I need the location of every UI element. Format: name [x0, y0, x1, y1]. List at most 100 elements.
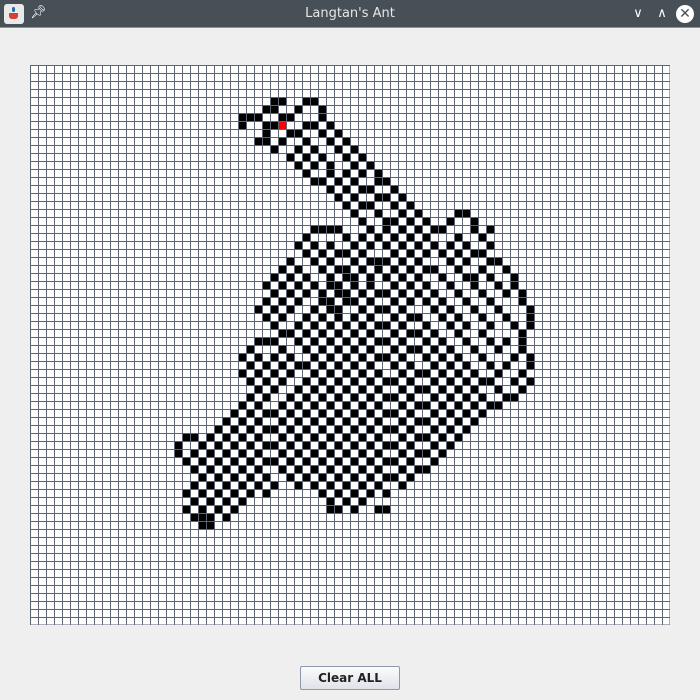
black-cell: [446, 241, 454, 249]
black-cell: [270, 97, 278, 105]
black-cell: [518, 329, 526, 337]
black-cell: [294, 129, 302, 137]
black-cell: [374, 233, 382, 241]
black-cell: [342, 201, 350, 209]
black-cell: [246, 441, 254, 449]
black-cell: [358, 153, 366, 161]
black-cell: [238, 465, 246, 473]
black-cell: [454, 329, 462, 337]
black-cell: [254, 481, 262, 489]
black-cell: [294, 361, 302, 369]
black-cell: [486, 297, 494, 305]
black-cell: [302, 121, 310, 129]
black-cell: [238, 433, 246, 441]
black-cell: [470, 217, 478, 225]
black-cell: [350, 241, 358, 249]
black-cell: [342, 433, 350, 441]
black-cell: [214, 489, 222, 497]
black-cell: [278, 465, 286, 473]
black-cell: [342, 289, 350, 297]
black-cell: [350, 273, 358, 281]
black-cell: [286, 353, 294, 361]
java-cup-icon[interactable]: [4, 4, 24, 24]
black-cell: [286, 369, 294, 377]
black-cell: [406, 201, 414, 209]
black-cell: [366, 457, 374, 465]
black-cell: [334, 345, 342, 353]
black-cell: [374, 169, 382, 177]
black-cell: [406, 457, 414, 465]
black-cell: [262, 489, 270, 497]
black-cell: [334, 145, 342, 153]
black-cell: [454, 353, 462, 361]
black-cell: [318, 113, 326, 121]
black-cell: [382, 241, 390, 249]
black-cell: [390, 297, 398, 305]
black-cell: [326, 401, 334, 409]
black-cell: [342, 137, 350, 145]
chevron-down-icon[interactable]: ∨: [628, 4, 648, 24]
black-cell: [462, 393, 470, 401]
black-cell: [382, 393, 390, 401]
black-cell: [198, 441, 206, 449]
black-cell: [430, 265, 438, 273]
black-cell: [374, 353, 382, 361]
black-cell: [414, 417, 422, 425]
black-cell: [190, 513, 198, 521]
black-cell: [366, 241, 374, 249]
black-cell: [510, 321, 518, 329]
black-cell: [390, 393, 398, 401]
black-cell: [382, 409, 390, 417]
black-cell: [390, 217, 398, 225]
black-cell: [462, 241, 470, 249]
black-cell: [294, 465, 302, 473]
black-cell: [206, 513, 214, 521]
black-cell: [286, 409, 294, 417]
ant-grid[interactable]: [30, 65, 670, 625]
black-cell: [478, 409, 486, 417]
black-cell: [318, 225, 326, 233]
black-cell: [390, 201, 398, 209]
black-cell: [334, 393, 342, 401]
black-cell: [254, 113, 262, 121]
pin-icon[interactable]: 📌︎: [30, 5, 47, 21]
grid-canvas[interactable]: [30, 65, 670, 625]
black-cell: [286, 113, 294, 121]
black-cell: [198, 457, 206, 465]
close-icon[interactable]: ✕: [676, 5, 694, 23]
black-cell: [286, 425, 294, 433]
black-cell: [494, 305, 502, 313]
black-cell: [302, 473, 310, 481]
black-cell: [406, 409, 414, 417]
black-cell: [438, 313, 446, 321]
chevron-up-icon[interactable]: ∧: [652, 4, 672, 24]
black-cell: [358, 497, 366, 505]
black-cell: [286, 305, 294, 313]
black-cell: [398, 305, 406, 313]
black-cell: [430, 225, 438, 233]
black-cell: [358, 353, 366, 361]
java-steam: [12, 7, 15, 12]
clear-all-button[interactable]: Clear ALL: [300, 666, 400, 690]
black-cell: [366, 281, 374, 289]
black-cell: [270, 273, 278, 281]
black-cell: [262, 441, 270, 449]
black-cell: [382, 337, 390, 345]
black-cell: [294, 337, 302, 345]
black-cell: [422, 337, 430, 345]
black-cell: [470, 225, 478, 233]
black-cell: [462, 297, 470, 305]
black-cell: [406, 441, 414, 449]
black-cell: [342, 401, 350, 409]
black-cell: [246, 393, 254, 401]
black-cell: [406, 217, 414, 225]
black-cell: [326, 225, 334, 233]
black-cell: [326, 257, 334, 265]
black-cell: [174, 441, 182, 449]
black-cell: [366, 489, 374, 497]
black-cell: [230, 473, 238, 481]
black-cell: [414, 273, 422, 281]
black-cell: [310, 241, 318, 249]
black-cell: [438, 369, 446, 377]
black-cell: [406, 473, 414, 481]
